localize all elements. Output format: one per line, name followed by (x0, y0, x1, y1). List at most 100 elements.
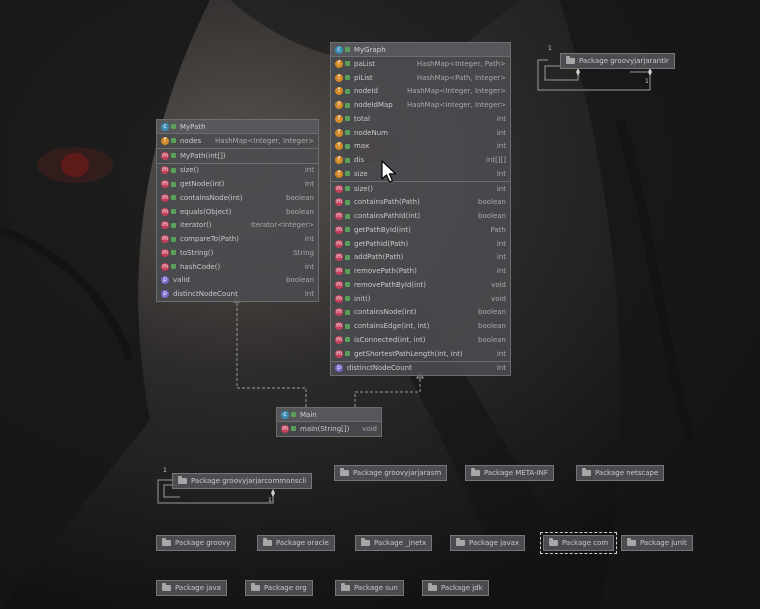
method-row[interactable]: m size() int (157, 162, 318, 178)
method-type: int (496, 184, 506, 193)
public-access-icon (171, 222, 176, 228)
folder-icon (162, 583, 171, 591)
private-access-icon (345, 143, 350, 149)
private-access-icon (171, 138, 176, 144)
method-row[interactable]: m size() int (331, 180, 510, 196)
property-name: distinctNodeCount (347, 364, 412, 373)
field-row[interactable]: f max int (331, 140, 510, 154)
field-row[interactable]: f piList HashMap<Path, Integer> (331, 71, 510, 85)
method-icon: m (335, 184, 343, 193)
package-groovyjarjarcommonscli[interactable]: Package groovyjarjarcommonscli (172, 473, 313, 489)
method-type: boolean (286, 207, 314, 216)
method-row[interactable]: m removePath(Path) int (331, 264, 510, 278)
folder-icon (341, 583, 350, 591)
field-row[interactable]: f dis int[][] (331, 153, 510, 167)
method-icon: m (161, 262, 169, 271)
field-row[interactable]: f size int (331, 167, 510, 181)
package-groovy[interactable]: Package groovy (156, 535, 237, 551)
property-row[interactable]: p valid boolean (157, 274, 318, 288)
field-type: int (496, 114, 506, 123)
package-netscape[interactable]: Package netscape (576, 465, 665, 481)
method-type: Iterator<Integer> (250, 221, 314, 230)
method-name: size() (354, 184, 374, 193)
method-row[interactable]: m compareTo(Path) int (157, 232, 318, 246)
method-row[interactable]: m getPathId(Path) int (331, 237, 510, 251)
method-row[interactable]: m equals(Object) boolean (157, 205, 318, 219)
class-mypath[interactable]: c MyPath f nodes HashMap<Integer, Integer>… (156, 119, 319, 302)
package-javax[interactable]: Package javax (450, 535, 526, 551)
field-type: int (496, 128, 506, 137)
method-row[interactable]: m getShortestPathLength(int, int) int (331, 347, 510, 361)
method-row[interactable]: m getNode(int) int (157, 177, 318, 191)
class-mygraph[interactable]: c MyGraph f paList HashMap<Integer, Path> … (330, 42, 511, 377)
method-name: addPath(Path) (354, 253, 404, 262)
field-name: nodeId (354, 87, 378, 96)
folder-icon (428, 583, 437, 591)
method-row[interactable]: m isConnected(int, int) boolean (331, 333, 510, 347)
package-meta-inf[interactable]: Package META-INF (465, 465, 554, 481)
method-type: Path (490, 225, 506, 234)
method-row[interactable]: m addPath(Path) int (331, 251, 510, 265)
method-row[interactable]: m removePathById(int) void (331, 278, 510, 292)
method-row[interactable]: m containsNode(int) boolean (157, 191, 318, 205)
property-row[interactable]: p distinctNodeCount int (331, 360, 510, 376)
class-header[interactable]: c MyGraph (331, 43, 510, 57)
method-name: removePathById(int) (354, 280, 426, 289)
method-icon: m (161, 193, 169, 202)
field-name: dis (354, 156, 365, 165)
package-junit[interactable]: Package junit (621, 535, 693, 551)
method-row[interactable]: m iterator() Iterator<Integer> (157, 219, 318, 233)
class-icon: c (281, 410, 289, 419)
public-access-icon (171, 124, 176, 129)
method-row[interactable]: m containsPathId(int) boolean (331, 209, 510, 223)
method-row[interactable]: m containsNode(int) boolean (331, 306, 510, 320)
method-row[interactable]: m toString() String (157, 246, 318, 260)
folder-icon (263, 538, 272, 546)
method-row[interactable]: m containsEdge(int, int) boolean (331, 319, 510, 333)
field-name: total (354, 114, 371, 123)
public-access-icon (171, 195, 176, 201)
field-row[interactable]: f nodeIdMap HashMap<Integer, Integer> (331, 98, 510, 112)
field-row[interactable]: f nodeId HashMap<Integer, Integer> (331, 85, 510, 99)
class-main[interactable]: c Main m main(String[]) void (276, 407, 382, 437)
method-type: String (293, 248, 314, 257)
package-jnetx[interactable]: Package _jnetx (355, 535, 433, 551)
package-com[interactable]: Package com (539, 532, 618, 554)
method-row[interactable]: m containsPath(Path) boolean (331, 196, 510, 210)
method-row[interactable]: m main(String[]) void (277, 422, 381, 436)
package-sun[interactable]: Package sun (335, 580, 404, 596)
method-type: int (304, 262, 314, 271)
package-java[interactable]: Package java (156, 580, 227, 596)
public-access-icon (171, 167, 176, 173)
field-type: HashMap<Integer, Integer> (407, 101, 506, 110)
package-jdk[interactable]: Package jdk (422, 580, 489, 596)
property-row[interactable]: p distinctNodeCount int (157, 287, 318, 301)
field-row[interactable]: f paList HashMap<Integer, Path> (331, 57, 510, 71)
package-groovyjarjarasm[interactable]: Package groovyjarjarasm (334, 465, 448, 481)
method-name: getNode(int) (180, 180, 225, 189)
public-access-icon (345, 199, 350, 205)
field-row[interactable]: f nodeNum int (331, 126, 510, 140)
field-row[interactable]: f total int (331, 112, 510, 126)
class-header[interactable]: c MyPath (157, 120, 318, 134)
method-icon: m (161, 180, 169, 189)
package-org[interactable]: Package org (245, 580, 313, 596)
method-row[interactable]: m init() void (331, 292, 510, 306)
method-name: isConnected(int, int) (354, 335, 426, 344)
folder-icon (251, 583, 260, 591)
field-icon: f (335, 59, 343, 68)
field-type: int (496, 169, 506, 178)
field-row[interactable]: f nodes HashMap<Integer, Integer> (157, 134, 318, 148)
constructor-row[interactable]: m MyPath(int[]) (157, 147, 318, 163)
method-type: void (491, 280, 506, 289)
method-name: init() (354, 294, 371, 303)
field-name: nodeNum (354, 128, 388, 137)
method-type: boolean (478, 198, 506, 207)
method-name: compareTo(Path) (180, 235, 239, 244)
package-oracle[interactable]: Package oracle (257, 535, 335, 551)
method-row[interactable]: m getPathById(int) Path (331, 223, 510, 237)
folder-icon (582, 468, 591, 476)
package-groovyjarjarantlr[interactable]: Package groovyjarjarantlr (560, 53, 675, 69)
method-row[interactable]: m hashCode() int (157, 260, 318, 274)
class-header[interactable]: c Main (277, 408, 381, 422)
